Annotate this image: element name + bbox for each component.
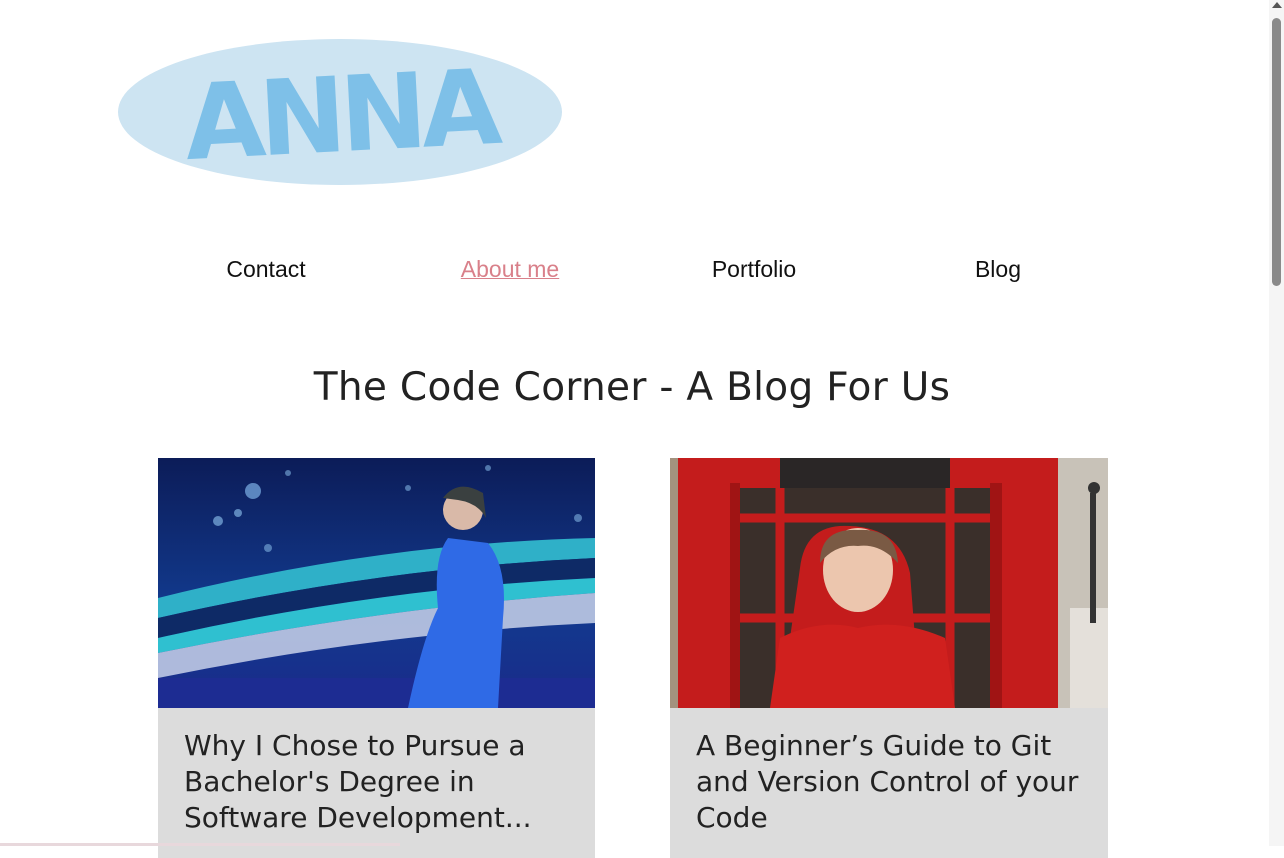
- card-image-aquarium: [158, 458, 595, 708]
- blog-card[interactable]: A Beginner’s Guide to Git and Version Co…: [670, 458, 1108, 858]
- page-title: The Code Corner - A Blog For Us: [313, 365, 951, 410]
- nav-blog[interactable]: Blog: [876, 254, 1120, 284]
- scroll-up-icon[interactable]: [1272, 2, 1282, 8]
- card-title[interactable]: A Beginner’s Guide to Git and Version Co…: [696, 728, 1096, 836]
- card-image-phone-booth: [670, 458, 1108, 708]
- main-nav: Contact About me Portfolio Blog: [0, 254, 1284, 284]
- blog-card[interactable]: Why I Chose to Pursue a Bachelor's Degre…: [158, 458, 595, 858]
- card-title[interactable]: Why I Chose to Pursue a Bachelor's Degre…: [184, 728, 584, 836]
- nav-about-me[interactable]: About me: [388, 254, 632, 284]
- scrollbar[interactable]: [1269, 0, 1284, 846]
- logo[interactable]: ANNA: [118, 39, 563, 186]
- nav-contact[interactable]: Contact: [144, 254, 388, 284]
- logo-text: ANNA: [182, 46, 505, 184]
- nav-portfolio[interactable]: Portfolio: [632, 254, 876, 284]
- scroll-thumb[interactable]: [1272, 18, 1281, 286]
